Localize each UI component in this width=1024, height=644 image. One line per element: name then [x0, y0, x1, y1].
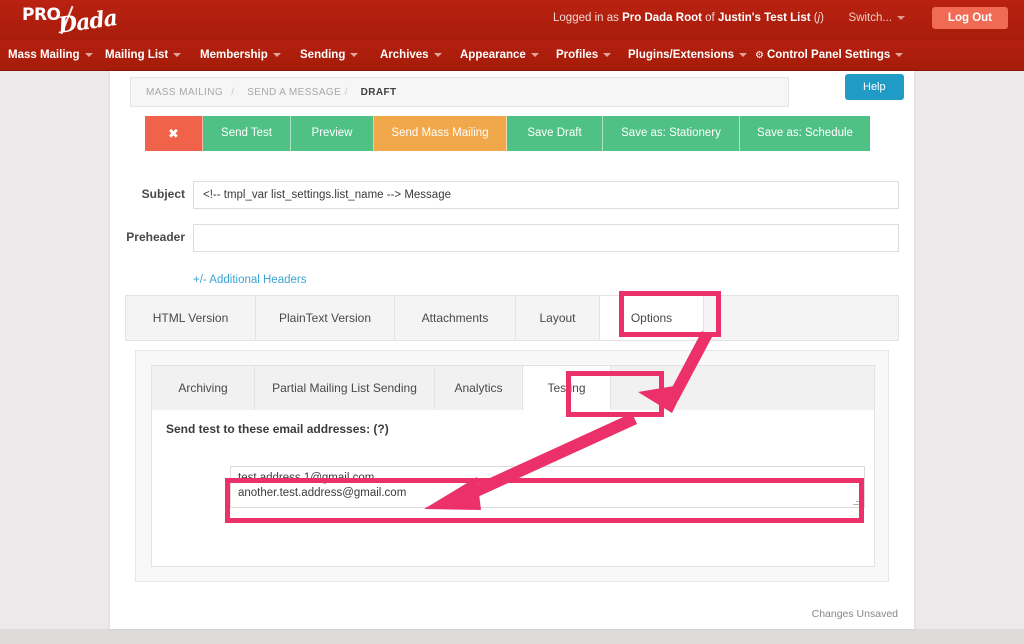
main-navigation-bar: Mass Mailing Mailing List Membership Sendin… [0, 40, 1024, 71]
logged-in-username: Pro Dada Root [622, 12, 702, 24]
nav-item-archives[interactable]: Archives [380, 40, 442, 70]
top-bar: PRO Dada Logged in as Pro Dada Root of J… [0, 0, 1024, 40]
tab-strip: HTML Version PlainText Version Attachments… [125, 295, 899, 341]
subtab-archiving[interactable]: Archiving [152, 366, 255, 410]
logged-in-status: Logged in as Pro Dada Root of Justin's T… [553, 12, 824, 24]
switch-list-dropdown[interactable]: Switch... [849, 12, 905, 24]
changes-status-text: Changes Unsaved [811, 608, 898, 620]
nav-item-label: Membership [200, 49, 268, 61]
preheader-label: Preheader [126, 230, 185, 244]
send-mass-mailing-button[interactable]: Send Mass Mailing [374, 116, 507, 151]
nav-item-mailing-list[interactable]: Mailing List [105, 40, 182, 70]
action-button-group: ✖ Send Test Preview Send Mass Mailing Save D… [145, 116, 870, 151]
chevron-down-icon [739, 52, 748, 57]
bottom-strip [0, 629, 1024, 644]
tab-layout[interactable]: Layout [516, 296, 600, 340]
subtab-testing[interactable]: Testing [523, 366, 611, 410]
breadcrumb-item-draft: DRAFT [360, 87, 397, 98]
nav-item-plugins-extensions[interactable]: Plugins/Extensions [628, 40, 748, 70]
send-test-button[interactable]: Send Test [203, 116, 291, 151]
nav-item-control-panel-settings[interactable]: ⚙ Control Panel Settings [755, 40, 904, 70]
chevron-down-icon [350, 52, 359, 57]
nav-item-profiles[interactable]: Profiles [556, 40, 612, 70]
logged-in-mid: of [701, 12, 718, 24]
test-emails-textarea[interactable] [230, 466, 865, 508]
options-panel: Archiving Partial Mailing List Sending Ana… [135, 350, 889, 582]
prodada-logo[interactable]: PRO Dada [22, 3, 119, 39]
breadcrumb: MASS MAILING / SEND A MESSAGE / DRAFT [130, 77, 789, 107]
subtab-partial-mailing-list-sending[interactable]: Partial Mailing List Sending [255, 366, 435, 410]
breadcrumb-item-mass-mailing[interactable]: MASS MAILING [146, 87, 223, 98]
chevron-down-icon [603, 52, 612, 57]
tab-plaintext-version[interactable]: PlainText Version [256, 296, 395, 340]
logged-in-close-paren: ) [820, 12, 824, 24]
content-panel: MASS MAILING / SEND A MESSAGE / DRAFT Help ✖… [110, 71, 914, 629]
switch-label: Switch... [848, 12, 892, 24]
logged-in-listname: Justin's Test List [717, 12, 811, 24]
breadcrumb-item-send-a-message[interactable]: SEND A MESSAGE [247, 87, 341, 98]
chevron-down-icon [173, 52, 182, 57]
tab-html-version[interactable]: HTML Version [126, 296, 256, 340]
save-as-schedule-button[interactable]: Save as: Schedule [740, 116, 870, 151]
nav-item-label: Sending [300, 49, 346, 61]
nav-item-label: Mass Mailing [8, 49, 80, 61]
preview-button[interactable]: Preview [291, 116, 374, 151]
chevron-down-icon [530, 52, 539, 57]
logo-pro-text: PRO [22, 5, 61, 25]
nav-item-label: Control Panel Settings [766, 49, 891, 61]
subject-input[interactable] [193, 181, 899, 209]
logged-in-open-paren: ( [810, 12, 818, 24]
save-draft-button[interactable]: Save Draft [507, 116, 603, 151]
breadcrumb-separator: / [344, 87, 348, 98]
chevron-down-icon [433, 52, 442, 57]
sub-tab-strip: Archiving Partial Mailing List Sending Ana… [151, 365, 875, 411]
nav-item-label: Appearance [460, 49, 526, 61]
breadcrumb-separator: / [231, 87, 235, 98]
gear-icon: ⚙ [755, 50, 764, 61]
nav-item-sending[interactable]: Sending [300, 40, 359, 70]
nav-item-membership[interactable]: Membership [200, 40, 281, 70]
tab-attachments[interactable]: Attachments [395, 296, 516, 340]
help-button[interactable]: Help [845, 74, 904, 100]
chevron-down-icon [897, 15, 905, 20]
send-test-label: Send test to these email addresses: (?) [166, 422, 389, 436]
preheader-input[interactable] [193, 224, 899, 252]
chevron-down-icon [84, 52, 93, 57]
save-as-stationery-button[interactable]: Save as: Stationery [603, 116, 740, 151]
nav-item-label: Plugins/Extensions [628, 49, 735, 61]
additional-headers-toggle[interactable]: +/- Additional Headers [193, 274, 306, 286]
logo-dada-text: Dada [56, 5, 119, 39]
cancel-button[interactable]: ✖ [145, 116, 203, 151]
logged-in-prefix: Logged in as [553, 12, 623, 24]
subtab-analytics[interactable]: Analytics [435, 366, 523, 410]
nav-item-mass-mailing[interactable]: Mass Mailing [8, 40, 93, 70]
nav-item-label: Archives [380, 49, 429, 61]
test-emails-wrapper [230, 466, 865, 508]
subject-label: Subject [141, 187, 185, 201]
tab-options[interactable]: Options [600, 296, 704, 340]
nav-item-appearance[interactable]: Appearance [460, 40, 539, 70]
nav-item-label: Mailing List [105, 49, 169, 61]
testing-pane: Send test to these email addresses: (?) [151, 410, 875, 567]
chevron-down-icon [895, 52, 904, 57]
logout-button[interactable]: Log Out [931, 7, 1008, 29]
chevron-down-icon [272, 52, 281, 57]
nav-item-label: Profiles [556, 49, 599, 61]
